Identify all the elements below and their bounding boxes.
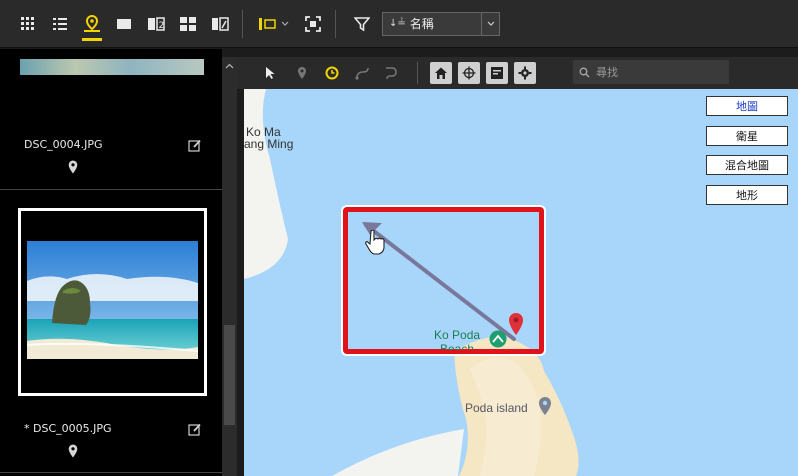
app-window: 2 ↓≟ 名稱 DSC_0004.JPG * DSC_0005.JPG 尋找 K… [0,0,798,476]
info-panel-icon[interactable] [486,62,508,84]
list-view-icon[interactable] [46,9,74,39]
sort-dropdown[interactable]: ↓≟ 名稱 [382,11,500,36]
scroll-up-icon[interactable] [222,57,237,75]
hand-cursor-icon [365,229,385,255]
compare-view-icon[interactable]: 2 [142,9,170,39]
beach-photo [27,241,198,359]
location-marker-icon[interactable] [508,312,524,336]
map-type-button[interactable]: 地圖 [706,96,788,116]
toolbar-divider [242,9,243,38]
scroll-thumb[interactable] [224,325,235,425]
map-toolbar-divider [417,62,418,84]
grid-view-icon[interactable] [14,9,42,39]
single-view-icon[interactable] [110,9,138,39]
map-label-poda-island: Poda island [465,401,528,415]
thumbnail-divider [0,472,222,473]
map-view[interactable]: Ko Ma ang Ming Ko Poda Beach Poda island… [244,89,798,476]
file-name-label: * DSC_0005.JPG [24,422,112,435]
sort-icon: ↓≟ [389,18,406,29]
thumbnail-divider [0,189,222,190]
pin-tool-icon[interactable] [291,62,313,84]
location-pin-icon [68,160,78,174]
map-label-ang-ming: ang Ming [244,137,294,151]
map-label-ko-poda: Ko Poda [434,328,481,342]
main-toolbar: 2 ↓≟ 名稱 [0,0,798,48]
track-icon[interactable] [381,62,403,84]
hybrid-map-button[interactable]: 混合地圖 [706,155,788,175]
search-icon [579,67,590,77]
filter-icon[interactable] [348,9,376,39]
edit-icon[interactable] [188,423,202,437]
poda-island-pin-icon [539,397,551,415]
map-search-input[interactable]: 尋找 [573,60,729,84]
clock-icon[interactable] [321,62,343,84]
settings-gear-icon[interactable] [514,62,536,84]
cursor-icon[interactable] [259,62,281,84]
terrain-button[interactable]: 地形 [706,185,788,205]
edit-view-icon[interactable] [206,9,234,39]
crosshair-icon[interactable] [458,62,480,84]
thumbnail-panel: DSC_0004.JPG * DSC_0005.JPG [0,49,222,476]
map-view-icon[interactable] [78,9,106,41]
toolbar-divider [335,9,336,38]
search-placeholder: 尋找 [596,66,618,79]
chevron-down-icon [481,12,499,35]
fullscreen-icon[interactable] [299,9,327,39]
thumbnail-scrollbar[interactable] [222,57,237,476]
edit-icon[interactable] [188,139,202,153]
selected-thumbnail[interactable] [18,208,207,396]
beach-poi-icon [489,330,507,348]
multi-view-icon[interactable] [174,9,202,39]
layout-icon[interactable] [255,9,295,39]
thumbnail-partial[interactable] [20,59,204,75]
location-pin-icon [68,444,78,458]
sort-label: 名稱 [409,17,434,31]
satellite-button[interactable]: 衛星 [706,126,788,146]
map-label-beach: Beach [440,343,475,350]
route-icon[interactable] [351,62,373,84]
home-icon[interactable] [430,62,452,84]
map-toolbar: 尋找 [237,57,798,89]
svg-text:2: 2 [159,21,165,31]
file-name-label: DSC_0004.JPG [24,138,103,151]
